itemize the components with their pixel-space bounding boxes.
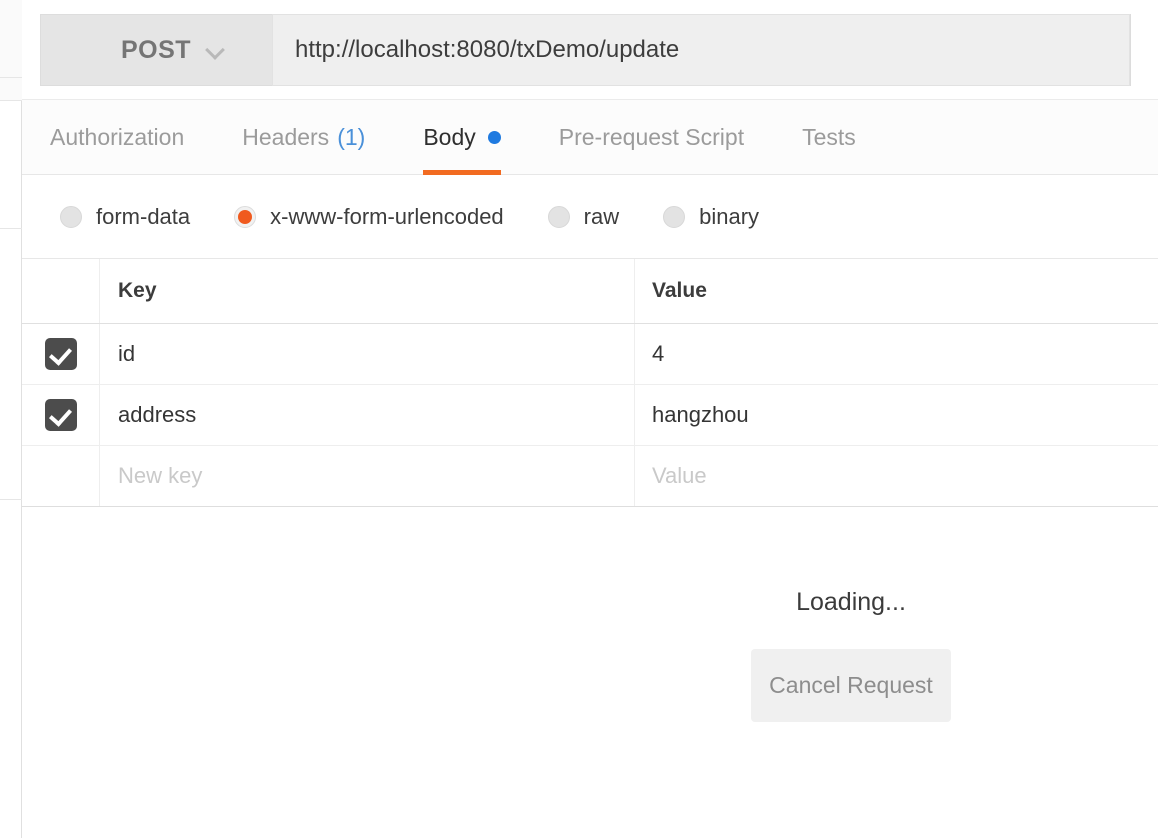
radio-raw-label: raw — [583, 203, 620, 229]
row-checkbox-cell — [22, 324, 100, 384]
row-checkbox-checked-icon[interactable] — [44, 338, 77, 370]
row-key-value: address — [118, 402, 197, 427]
radio-unselected-icon — [60, 205, 82, 228]
radio-raw[interactable]: raw — [547, 203, 620, 230]
header-cell-key: Key — [100, 259, 635, 323]
chevron-down-icon — [207, 41, 225, 59]
sidebar-divider-1 — [0, 228, 22, 229]
tab-headers[interactable]: Headers (1) — [242, 100, 365, 175]
row-value-cell[interactable]: 4 — [635, 324, 1158, 384]
loading-status-text: Loading... — [796, 588, 906, 616]
row-checkbox-cell — [22, 385, 100, 445]
tab-headers-count: (1) — [337, 123, 366, 150]
url-bar-divider — [1130, 14, 1131, 86]
tab-pre-request-script-label: Pre-request Script — [558, 123, 745, 150]
row-value-value: hangzhou — [652, 402, 749, 427]
header-value-label: Value — [652, 279, 707, 302]
tab-pre-request-script[interactable]: Pre-request Script — [559, 100, 744, 175]
http-method-label: POST — [121, 35, 192, 64]
tab-tests-label: Tests — [802, 123, 856, 150]
radio-form-data[interactable]: form-data — [60, 204, 190, 230]
header-cell-checkbox — [22, 259, 100, 323]
request-tab-bar: Authorization Headers (1) Body Pre-reque… — [22, 100, 1158, 175]
radio-x-www-form-urlencoded-label: x-www-form-urlencoded — [270, 203, 504, 229]
tab-body[interactable]: Body — [423, 100, 501, 175]
params-table: Key Value id 4 address hangzhou New key … — [22, 259, 1158, 507]
new-row-value-placeholder: Value — [652, 463, 707, 488]
cancel-request-button[interactable]: Cancel Request — [751, 649, 951, 722]
response-area: Loading... Cancel Request — [22, 508, 1158, 838]
table-header-row: Key Value — [22, 259, 1158, 324]
radio-binary[interactable]: binary — [663, 204, 759, 230]
tab-body-label: Body — [423, 123, 476, 150]
table-row-new: New key Value — [22, 446, 1158, 507]
url-input[interactable]: http://localhost:8080/txDemo/update — [272, 14, 1130, 86]
radio-form-data-label: form-data — [96, 203, 191, 229]
left-sidebar-strip — [0, 0, 22, 838]
http-method-selector[interactable]: POST — [40, 14, 272, 86]
sidebar-divider-2 — [0, 499, 22, 500]
tab-authorization[interactable]: Authorization — [50, 100, 184, 175]
body-modified-dot-icon — [487, 130, 501, 144]
request-panel: POST http://localhost:8080/txDemo/update… — [22, 0, 1158, 838]
row-key-value: id — [118, 341, 136, 366]
table-row: id 4 — [22, 324, 1158, 385]
sidebar-segment-top — [0, 0, 22, 78]
row-key-cell[interactable]: id — [100, 324, 635, 384]
sidebar-segment-second — [0, 78, 22, 101]
tab-headers-label: Headers — [242, 123, 330, 150]
tab-active-underline — [423, 169, 501, 175]
radio-x-www-form-urlencoded[interactable]: x-www-form-urlencoded — [234, 204, 504, 230]
new-row-checkbox-cell — [22, 446, 100, 506]
request-url-bar: POST http://localhost:8080/txDemo/update — [22, 0, 1158, 100]
row-key-cell[interactable]: address — [100, 385, 635, 445]
table-row: address hangzhou — [22, 385, 1158, 446]
radio-unselected-icon — [663, 205, 686, 228]
header-cell-value: Value — [635, 259, 1158, 323]
radio-binary-label: binary — [699, 203, 760, 229]
url-input-value: http://localhost:8080/txDemo/update — [295, 36, 680, 63]
radio-unselected-icon — [547, 205, 570, 228]
header-key-label: Key — [118, 279, 157, 302]
tab-authorization-label: Authorization — [50, 123, 185, 150]
radio-selected-icon — [234, 205, 257, 228]
row-value-value: 4 — [652, 341, 665, 366]
new-row-value-input[interactable]: Value — [635, 446, 1158, 506]
new-row-key-placeholder: New key — [118, 463, 203, 488]
loading-inner: Loading... Cancel Request — [745, 588, 957, 722]
row-checkbox-checked-icon[interactable] — [44, 399, 77, 431]
body-type-options: form-data x-www-form-urlencoded raw bina… — [22, 175, 1158, 259]
tab-tests[interactable]: Tests — [802, 100, 856, 175]
new-row-key-input[interactable]: New key — [100, 446, 635, 506]
row-value-cell[interactable]: hangzhou — [635, 385, 1158, 445]
